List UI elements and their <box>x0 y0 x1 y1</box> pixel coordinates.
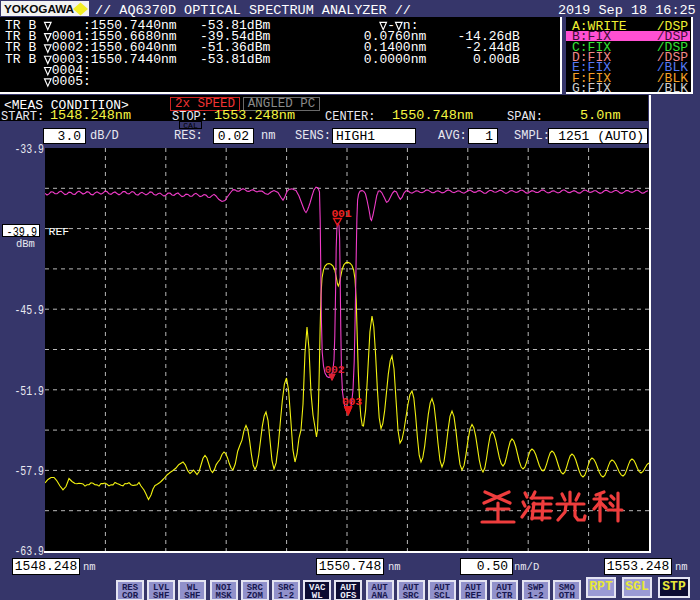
svg-text:003: 003 <box>342 395 362 408</box>
svg-text:001: 001 <box>332 207 352 220</box>
